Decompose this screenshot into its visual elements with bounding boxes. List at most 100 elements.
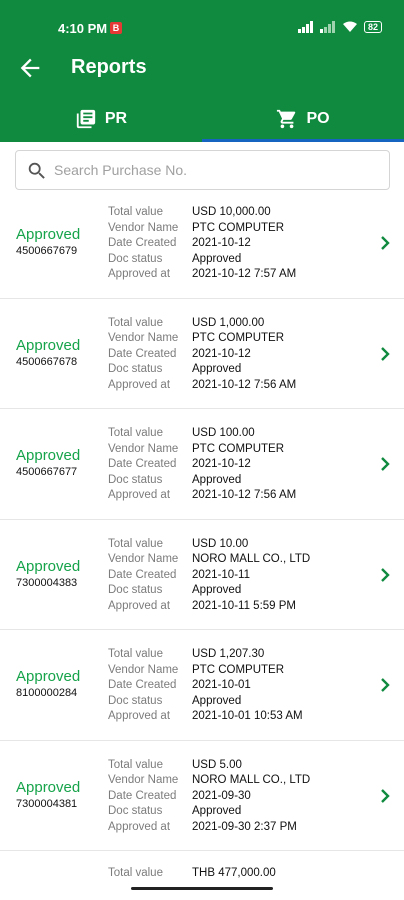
doc-status: Approved: [192, 473, 242, 486]
vendor-name-label: Vendor Name: [108, 442, 179, 455]
total-value-label: Total value: [108, 537, 163, 550]
list-item-partial[interactable]: Total value THB 477,000.00: [0, 851, 404, 900]
chevron-right-icon[interactable]: [378, 788, 392, 804]
approved-at-label: Approved at: [108, 268, 171, 280]
approved-at: 2021-09-30 2:37 PM: [192, 820, 297, 833]
app-bar: Reports: [0, 40, 404, 96]
arrow-left-icon[interactable]: [16, 54, 44, 82]
vendor-name: PTC COMPUTER: [192, 442, 284, 455]
doc-status: Approved: [192, 584, 242, 596]
vendor-name: NORO MALL CO., LTD: [192, 553, 311, 565]
chevron-right-icon[interactable]: [378, 235, 392, 251]
chevron-right-icon[interactable]: [378, 567, 392, 583]
status-bar: 4:10 PM B 82: [0, 0, 404, 40]
total-value-label: Total value: [108, 427, 163, 439]
list-item[interactable]: Approved 4500667679 Total value USD 10,00…: [0, 188, 404, 299]
status-label: Approved: [16, 778, 81, 796]
doc-status-label: Doc status: [108, 473, 163, 486]
chevron-right-icon[interactable]: [378, 346, 392, 362]
list-item[interactable]: Approved 4500667678 Total value USD 1,000…: [0, 299, 404, 409]
notification-badge: B: [110, 22, 122, 34]
page-title: Reports: [71, 56, 147, 78]
status-label: Approved: [16, 557, 81, 575]
status-label: Approved: [16, 668, 81, 685]
vendor-name-label: Vendor Name: [108, 332, 179, 344]
total-value-label: Total value: [108, 316, 163, 329]
wifi-icon: [342, 21, 357, 32]
status-label: Approved: [16, 226, 81, 243]
detail-block: Total value THB 477,000.00: [108, 866, 276, 882]
total-value-label: Total value: [108, 758, 163, 771]
doc-status-label: Doc status: [108, 694, 163, 707]
total-value-label: Total value: [108, 867, 163, 879]
approved-at-label: Approved at: [108, 599, 171, 612]
approved-at: 2021-10-01 10:53 AM: [192, 710, 303, 722]
date-created: 2021-10-12: [192, 347, 251, 360]
approved-at: 2021-10-12 7:57 AM: [192, 268, 297, 280]
vendor-name-label: Vendor Name: [108, 221, 179, 234]
total-value-label: Total value: [108, 206, 163, 218]
vendor-name: NORO MALL CO., LTD: [192, 774, 311, 786]
vendor-name-label: Vendor Name: [108, 663, 179, 676]
search-icon: [28, 162, 45, 179]
total-value: USD 10,000.00: [192, 206, 271, 218]
vendor-name: PTC COMPUTER: [192, 663, 284, 676]
po-list: Approved 4500667679 Total value USD 10,00…: [0, 188, 404, 900]
total-value: USD 10.00: [192, 537, 249, 550]
total-value: USD 1,000.00: [192, 316, 265, 329]
list-item[interactable]: Approved 4500667677 Total value USD 100.0…: [0, 409, 404, 520]
total-value: USD 1,207.30: [192, 648, 265, 660]
tab-po[interactable]: PO: [202, 96, 404, 142]
status-label: Approved: [16, 336, 81, 354]
date-created-label: Date Created: [108, 458, 177, 470]
list-item[interactable]: Approved 7300004383 Total value USD 10.00…: [0, 520, 404, 630]
total-value: USD 100.00: [192, 427, 255, 439]
po-number: 8100000284: [16, 687, 78, 699]
vendor-name-label: Vendor Name: [108, 774, 179, 786]
chevron-right-icon[interactable]: [378, 456, 392, 472]
date-created: 2021-10-01: [192, 679, 251, 691]
status-icons: 82: [297, 20, 382, 34]
approved-at-label: Approved at: [108, 710, 171, 722]
date-created-label: Date Created: [108, 237, 177, 249]
doc-status: Approved: [192, 363, 242, 375]
doc-status: Approved: [192, 805, 242, 817]
list-item[interactable]: Approved 7300004381 Total value USD 5.00 …: [0, 741, 404, 851]
doc-status: Approved: [192, 694, 242, 707]
approved-at: 2021-10-12 7:56 AM: [192, 378, 297, 391]
doc-status: Approved: [192, 252, 242, 265]
status-time: 4:10 PM: [58, 21, 108, 36]
tab-po-label: PO: [306, 110, 330, 127]
po-number: 4500667677: [16, 466, 78, 478]
detail-block: Total value USD 1,207.30 Vendor Name PTC C…: [108, 647, 303, 725]
date-created: 2021-10-12: [192, 458, 251, 470]
approved-at-label: Approved at: [108, 820, 171, 833]
search-input[interactable]: [54, 151, 374, 189]
total-value: THB 477,000.00: [192, 867, 276, 879]
detail-block: Total value USD 1,000.00 Vendor Name PTC C…: [108, 316, 296, 394]
tab-pr-label: PR: [104, 110, 128, 127]
vendor-name: PTC COMPUTER: [192, 332, 284, 344]
tab-bar: PR PO: [0, 96, 404, 142]
tab-pr[interactable]: PR: [0, 96, 202, 142]
chevron-right-icon[interactable]: [378, 677, 392, 693]
date-created-label: Date Created: [108, 347, 177, 360]
date-created-label: Date Created: [108, 568, 177, 581]
po-number: 7300004381: [16, 797, 78, 810]
date-created-label: Date Created: [108, 679, 177, 691]
detail-block: Total value USD 10,000.00 Vendor Name PTC …: [108, 205, 296, 283]
approved-at: 2021-10-11 5:59 PM: [192, 599, 296, 612]
po-number: 4500667679: [16, 245, 78, 257]
po-number: 4500667678: [16, 355, 78, 368]
signal-weak-icon: [319, 21, 335, 33]
doc-status-label: Doc status: [108, 252, 163, 265]
signal-icon: [297, 21, 313, 33]
date-created: 2021-10-12: [192, 237, 251, 249]
approved-at-label: Approved at: [108, 489, 171, 501]
vendor-name-label: Vendor Name: [108, 553, 179, 565]
gesture-nav-handle[interactable]: [131, 887, 273, 890]
detail-block: Total value USD 10.00 Vendor Name NORO MAL…: [108, 537, 310, 615]
list-item[interactable]: Approved 8100000284 Total value USD 1,207…: [0, 630, 404, 741]
date-created: 2021-10-11: [192, 568, 250, 581]
doc-status-label: Doc status: [108, 363, 163, 375]
